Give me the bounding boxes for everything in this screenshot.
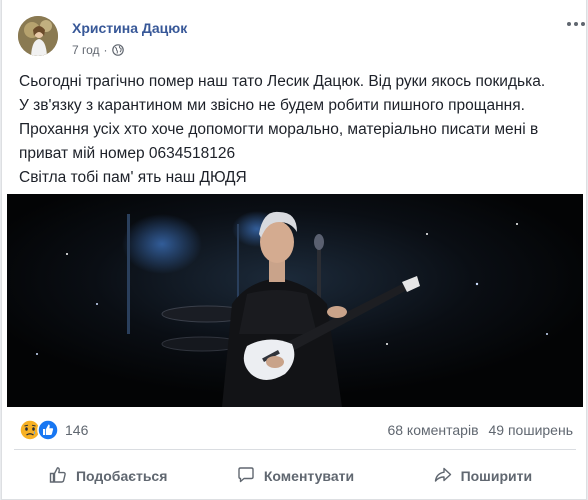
post-text-line: Сьогодні трагічно помер наш тато Лесик Д… [19,73,546,90]
more-options-icon[interactable] [564,16,588,32]
post-photo[interactable] [7,194,583,407]
author-avatar[interactable] [18,16,58,56]
share-icon [433,465,453,488]
post-card: Христина Дацюк 7 год · Сьогодні трагічно… [1,0,587,500]
engagement-counts: 68 коментарів 49 поширень [387,422,573,438]
post-time[interactable]: 7 год [72,43,100,57]
comment-icon [236,465,256,488]
actions-divider [14,449,576,450]
author-name[interactable]: Христина Дацюк [72,20,187,36]
comment-label: Коментувати [263,468,355,484]
like-button[interactable]: Подобається [14,452,201,500]
reactions-summary[interactable]: 146 [19,419,88,441]
like-reaction-icon [37,419,59,441]
reaction-count: 146 [65,422,89,438]
post-text-line: У зв'язку з карантином ми звісно не буде… [19,97,525,114]
post-header: Христина Дацюк 7 год · [18,12,585,64]
share-button[interactable]: Поширити [389,452,576,500]
post-text-line: Прохання усіх хто хоче допомогти моральн… [19,121,539,138]
post-stats: 146 68 коментарів 49 поширень [19,419,579,443]
thumbs-up-icon [48,465,68,488]
post-text: Сьогодні трагічно помер наш тато Лесик Д… [19,70,579,190]
globe-icon[interactable] [111,44,124,56]
comment-button[interactable]: Коментувати [201,452,388,500]
post-text-line: приват мій номер 0634518126 [19,145,236,162]
shares-count[interactable]: 49 поширень [489,422,573,438]
post-text-line: Світла тобі пам' ять наш ДЮДЯ [19,169,247,186]
like-label: Подобається [75,468,168,484]
post-meta: 7 год · [72,43,124,57]
post-actions: Подобається Коментувати Поширити [14,452,576,500]
share-label: Поширити [460,468,533,484]
meta-separator: · [103,43,108,57]
comments-count[interactable]: 68 коментарів [387,422,478,438]
